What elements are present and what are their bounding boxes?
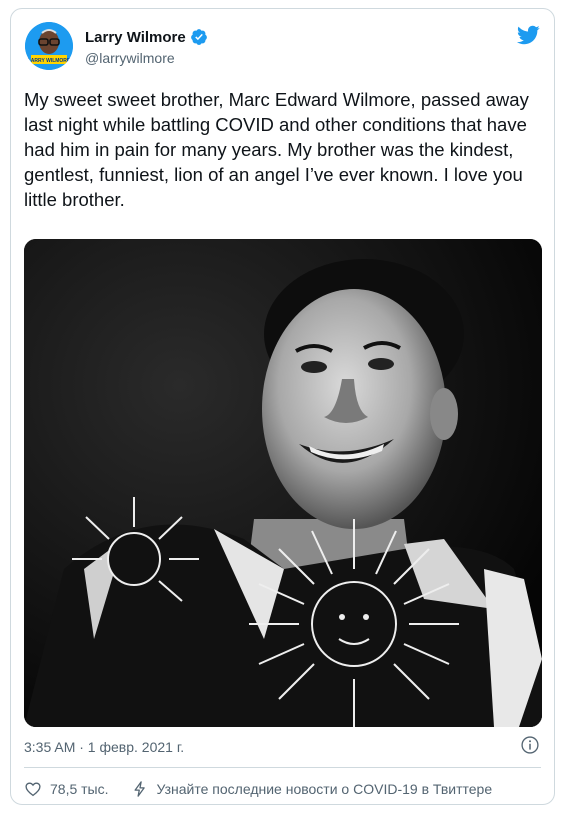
- lightning-icon: [134, 781, 145, 797]
- info-icon[interactable]: [520, 735, 540, 755]
- avatar[interactable]: LARRY WILMORE: [25, 22, 73, 70]
- author-name[interactable]: Larry Wilmore: [85, 29, 186, 46]
- tweet-photo[interactable]: [24, 239, 542, 727]
- tweet-card: LARRY WILMORE Larry Wilmore @larrywilmor…: [10, 8, 555, 805]
- avatar-badge-text: LARRY WILMORE: [28, 58, 71, 64]
- heart-icon: [25, 782, 41, 797]
- twitter-bird-icon[interactable]: [516, 23, 540, 47]
- like-count: 78,5 тыс.: [50, 781, 109, 797]
- photo-image: [24, 239, 542, 727]
- author-handle[interactable]: @larrywilmore: [85, 50, 175, 66]
- covid-info-label: Узнайте последние новости о COVID-19 в Т…: [156, 781, 493, 797]
- tweet-timestamp[interactable]: 3:35 AM · 1 февр. 2021 г.: [24, 739, 184, 755]
- covid-info-link[interactable]: Узнайте последние новости о COVID-19 в Т…: [131, 780, 493, 798]
- like-button[interactable]: 78,5 тыс.: [24, 780, 109, 798]
- author-name-row[interactable]: Larry Wilmore: [85, 28, 208, 46]
- avatar-image: LARRY WILMORE: [25, 22, 73, 70]
- tweet-text: My sweet sweet brother, Marc Edward Wilm…: [24, 89, 534, 210]
- tweet-actions: 78,5 тыс. Узнайте последние новости о CO…: [24, 780, 492, 798]
- verified-badge-icon: [190, 29, 207, 45]
- divider: [24, 767, 541, 768]
